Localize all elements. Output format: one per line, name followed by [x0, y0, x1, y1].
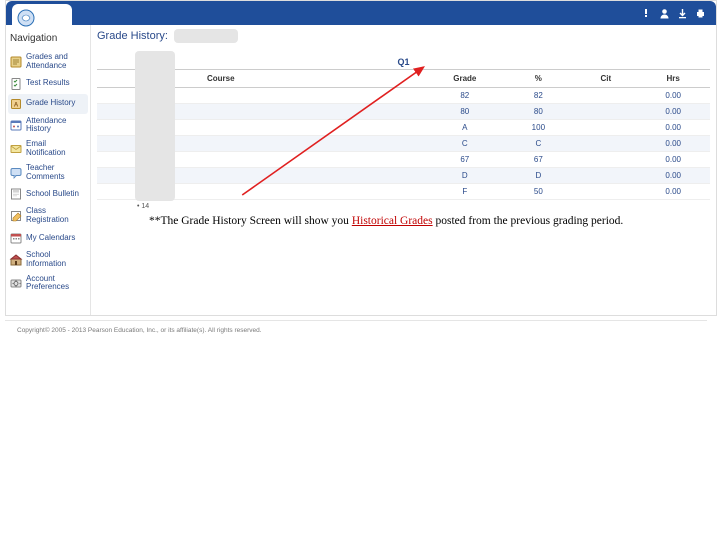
- cell-cit: [575, 184, 636, 200]
- cell-cit: [575, 168, 636, 184]
- comments-icon: [9, 166, 23, 180]
- svg-text:A: A: [14, 102, 19, 108]
- caption-prefix: **The Grade History Screen will show you: [149, 215, 352, 227]
- calendar-icon: [9, 231, 23, 245]
- sidebar-item-label: School Bulletin: [26, 190, 87, 199]
- cell-grade[interactable]: C: [428, 136, 502, 152]
- cell-hrs: 0.00: [636, 168, 710, 184]
- sidebar-item-history[interactable]: A Grade History: [8, 94, 88, 114]
- table-row: A100 0.00: [97, 120, 710, 136]
- download-icon[interactable]: [676, 7, 688, 19]
- cell-cit: [575, 120, 636, 136]
- cell-pct: 80: [502, 104, 576, 120]
- sidebar-item-grades[interactable]: Grades and Attendance: [8, 50, 88, 74]
- course-column-redacted: [135, 51, 175, 201]
- term-header: Q1: [97, 57, 710, 70]
- grade-table: Course Grade % Cit Hrs 82820.0080800.00A…: [97, 70, 710, 200]
- attendance-history-icon: [9, 118, 23, 132]
- table-row: DD 0.00: [97, 168, 710, 184]
- col-hrs: Hrs: [636, 70, 710, 88]
- sidebar-item-label: Class Registration: [26, 207, 87, 225]
- cell-hrs: 0.00: [636, 184, 710, 200]
- sidebar-item-label: Grade History: [26, 99, 87, 108]
- sidebar-item-label: School Information: [26, 251, 87, 269]
- prefs-icon: [9, 276, 23, 290]
- nav-header: Navigation: [8, 29, 88, 50]
- sidebar-item-calendar[interactable]: My Calendars: [8, 228, 88, 248]
- table-row: CC 0.00: [97, 136, 710, 152]
- sidebar-item-label: Account Preferences: [26, 275, 87, 293]
- school-icon: [9, 253, 23, 267]
- grades-icon: [9, 55, 23, 69]
- user-icon[interactable]: [658, 7, 670, 19]
- tests-icon: [9, 77, 23, 91]
- sidebar-item-label: My Calendars: [26, 234, 87, 243]
- sidebar-item-label: Teacher Comments: [26, 164, 87, 182]
- cell-grade[interactable]: A: [428, 120, 502, 136]
- cell-pct: C: [502, 136, 576, 152]
- sidebar-item-label: Grades and Attendance: [26, 53, 87, 71]
- sidebar-item-classreg[interactable]: Class Registration: [8, 204, 88, 228]
- sidebar-item-tests[interactable]: Test Results: [8, 74, 88, 94]
- sidebar-item-att-hist[interactable]: Attendance History: [8, 114, 88, 138]
- cell-cit: [575, 104, 636, 120]
- footer-copyright: Copyright© 2005 - 2013 Pearson Education…: [5, 320, 707, 336]
- cell-cit: [575, 152, 636, 168]
- sidebar-item-bulletin[interactable]: School Bulletin: [8, 184, 88, 204]
- history-icon: A: [9, 97, 23, 111]
- cell-grade[interactable]: 82: [428, 88, 502, 104]
- cell-cit: [575, 136, 636, 152]
- sidebar-item-label: Attendance History: [26, 117, 87, 135]
- cell-grade[interactable]: D: [428, 168, 502, 184]
- cell-hrs: 0.00: [636, 88, 710, 104]
- cell-hrs: 0.00: [636, 104, 710, 120]
- col-pct: %: [502, 70, 576, 88]
- table-row: 8080 0.00: [97, 104, 710, 120]
- sidebar-item-label: Test Results: [26, 79, 87, 88]
- cell-grade[interactable]: F: [428, 184, 502, 200]
- cell-pct: 50: [502, 184, 576, 200]
- main-content: Grade History: Q1 Course Grade % Cit Hrs…: [91, 25, 716, 315]
- classreg-icon: [9, 209, 23, 223]
- sidebar-item-comments[interactable]: Teacher Comments: [8, 161, 88, 185]
- sidebar: Navigation Grades and Attendance Test Re…: [6, 25, 91, 315]
- cell-grade[interactable]: 67: [428, 152, 502, 168]
- page-title: Grade History:: [97, 29, 710, 43]
- cell-pct: 100: [502, 120, 576, 136]
- cell-hrs: 0.00: [636, 152, 710, 168]
- alert-icon[interactable]: [640, 7, 652, 19]
- table-row: 8282 0.00: [97, 88, 710, 104]
- sidebar-item-email[interactable]: Email Notification: [8, 137, 88, 161]
- table-header-row: Course Grade % Cit Hrs: [97, 70, 710, 88]
- page-title-text: Grade History:: [97, 30, 168, 42]
- logo: [12, 4, 72, 32]
- sidebar-item-label: Email Notification: [26, 140, 87, 158]
- sidebar-item-prefs[interactable]: Account Preferences: [8, 272, 88, 296]
- footnote-marker: • 14: [97, 200, 710, 212]
- col-grade: Grade: [428, 70, 502, 88]
- cell-pct: 82: [502, 88, 576, 104]
- cell-cit: [575, 88, 636, 104]
- caption-highlight: Historical Grades: [352, 215, 433, 227]
- email-icon: [9, 142, 23, 156]
- topbar: [6, 1, 716, 25]
- caption-suffix: posted from the previous grading period.: [433, 215, 624, 227]
- print-icon[interactable]: [694, 7, 706, 19]
- table-row: F50 0.00: [97, 184, 710, 200]
- bulletin-icon: [9, 187, 23, 201]
- col-cit: Cit: [575, 70, 636, 88]
- sidebar-item-school[interactable]: School Information: [8, 248, 88, 272]
- cell-pct: D: [502, 168, 576, 184]
- cell-pct: 67: [502, 152, 576, 168]
- table-row: 6767 0.00: [97, 152, 710, 168]
- cell-hrs: 0.00: [636, 136, 710, 152]
- cell-grade[interactable]: 80: [428, 104, 502, 120]
- caption: **The Grade History Screen will show you…: [97, 212, 710, 235]
- student-name-redacted: [174, 29, 238, 43]
- cell-hrs: 0.00: [636, 120, 710, 136]
